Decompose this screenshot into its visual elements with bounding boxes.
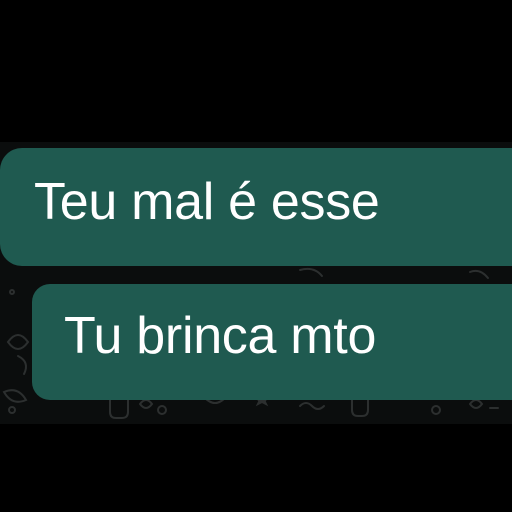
- swirl-doodle: [469, 399, 499, 409]
- dot-doodle: [9, 289, 15, 295]
- message-text: Teu mal é esse: [34, 173, 380, 231]
- flower-doodle: [6, 334, 30, 375]
- screenshot-crop: Teu mal é esse Tu brinca mto: [0, 0, 512, 512]
- message-bubble[interactable]: Teu mal é esse: [0, 148, 512, 266]
- ring-doodle: [157, 405, 167, 415]
- leaf-doodle: [2, 389, 28, 403]
- ring-doodle: [431, 405, 441, 415]
- message-bubble[interactable]: Tu brinca mto: [32, 284, 512, 400]
- message-text: Tu brinca mto: [64, 307, 377, 365]
- cup-doodle: [109, 399, 129, 419]
- leaf-doodle: [469, 269, 489, 279]
- cup-doodle: [351, 399, 369, 417]
- dot-doodle: [8, 406, 16, 414]
- leaf-doodle: [299, 267, 323, 277]
- swirl-doodle: [139, 399, 154, 409]
- wave-doodle: [299, 402, 325, 410]
